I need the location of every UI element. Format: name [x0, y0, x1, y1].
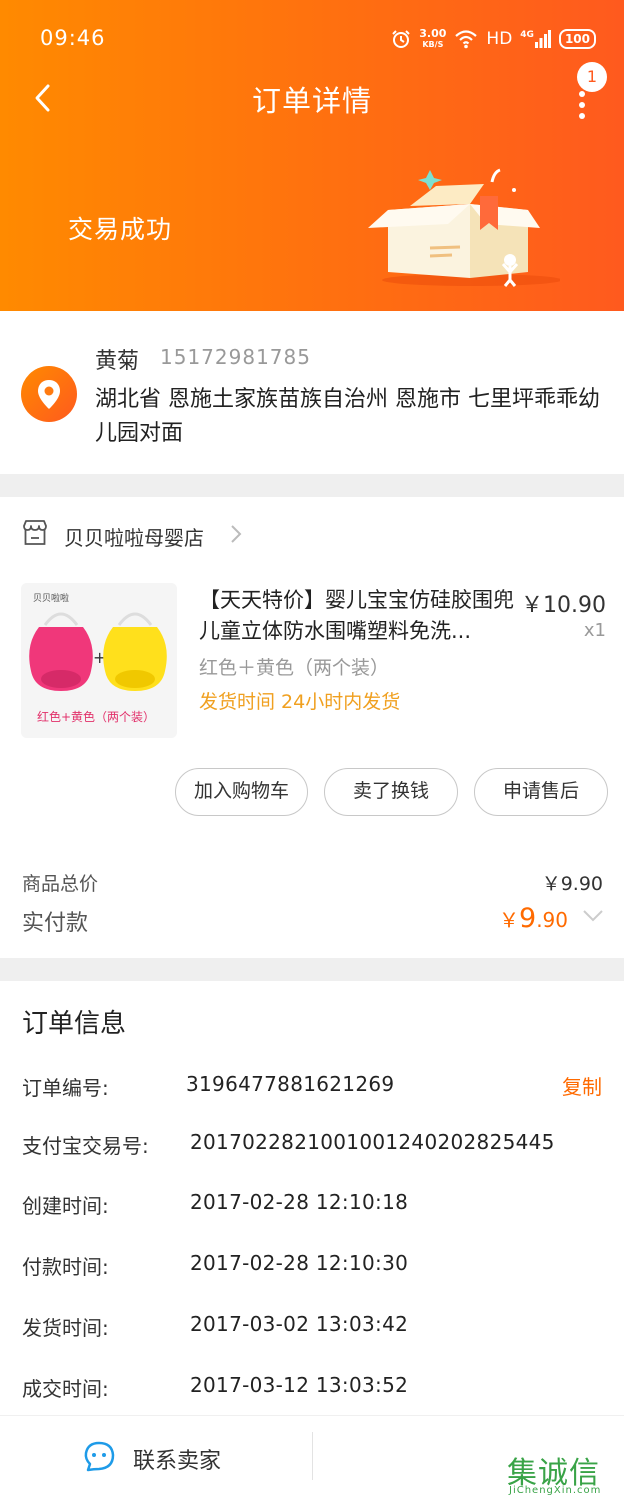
recipient-name: 黄菊 — [95, 349, 140, 374]
alipay-trade-no-value: 2017022821001001240202825445 — [190, 1130, 555, 1154]
product-title[interactable]: 【天天特价】婴儿宝宝仿硅胶围兜儿童立体防水围嘴塑料免洗... — [199, 585, 517, 647]
net-speed-value: 3.00 — [419, 27, 447, 40]
bib-product-image: 贝贝啦啦 + 红色+黄色（两个装） — [21, 583, 177, 738]
signal-icon — [534, 30, 551, 48]
location-icon-badge — [21, 366, 77, 422]
chevron-down-icon[interactable] — [582, 908, 604, 924]
product-thumbnail[interactable]: 贝贝啦啦 + 红色+黄色（两个装） — [21, 583, 177, 738]
add-to-cart-button[interactable]: 加入购物车 — [175, 768, 308, 816]
paid-currency: ￥ — [499, 908, 519, 932]
product-spec: 红色＋黄色（两个装） — [199, 657, 390, 679]
created-time-label: 创建时间: — [22, 1194, 109, 1218]
battery-indicator: 100 — [558, 29, 596, 49]
product-price: ￥10.90 — [521, 593, 606, 618]
status-indicators: 3.00 KB/S HD 4G 100 — [391, 24, 596, 54]
status-bar: 09:46 3.00 KB/S HD 4G 100 — [0, 0, 624, 76]
more-options-icon[interactable] — [568, 90, 598, 120]
chat-face-icon[interactable] — [82, 1440, 116, 1474]
net-speed-indicator: 3.00 KB/S — [419, 28, 446, 50]
alarm-icon — [392, 30, 410, 48]
recipient-phone: 15172981785 — [160, 345, 311, 369]
order-number-value: 3196477881621269 — [186, 1072, 395, 1096]
open-box-illustration — [368, 168, 560, 287]
order-number-label: 订单编号: — [22, 1076, 109, 1100]
hd-indicator: HD — [486, 29, 513, 49]
paid-time-label: 付款时间: — [22, 1255, 109, 1279]
shipped-time-label: 发货时间: — [22, 1316, 109, 1340]
net-speed-unit: KB/S — [422, 40, 444, 49]
status-time: 09:46 — [40, 26, 106, 50]
address-detail: 湖北省 恩施土家族苗族自治州 恩施市 七里坪乖乖幼儿园对面 — [95, 387, 600, 446]
after-sale-button[interactable]: 申请售后 — [474, 768, 608, 816]
shop-name[interactable]: 贝贝啦啦母婴店 — [64, 522, 204, 551]
goods-total-value: ￥9.90 — [541, 873, 603, 895]
paid-time-value: 2017-02-28 12:10:30 — [190, 1251, 409, 1275]
location-pin-icon — [38, 380, 60, 409]
bottom-bar-divider — [312, 1432, 313, 1480]
completed-time-value: 2017-03-12 13:03:52 — [190, 1373, 409, 1397]
thumb-brand-text: 贝贝啦啦 — [33, 592, 69, 604]
goods-total-label: 商品总价 — [22, 873, 99, 895]
watermark-url: JiChengXin.com — [509, 1485, 602, 1496]
paid-amount-value: ￥9.90 — [499, 903, 568, 934]
chevron-right-icon[interactable] — [228, 523, 244, 545]
alipay-trade-no-label: 支付宝交易号: — [22, 1134, 149, 1158]
contact-seller-button[interactable]: 联系卖家 — [133, 1443, 221, 1475]
product-quantity: x1 — [583, 620, 606, 641]
page-title: 订单详情 — [251, 84, 372, 118]
paid-integer: 9 — [519, 903, 537, 934]
paid-amount-label: 实付款 — [22, 911, 89, 936]
order-info-title: 订单信息 — [22, 1009, 127, 1039]
message-count-badge[interactable]: 1 — [577, 62, 607, 92]
store-icon[interactable] — [22, 520, 48, 546]
completed-time-label: 成交时间: — [22, 1377, 109, 1401]
shipping-time-note: 发货时间 24小时内发货 — [199, 691, 401, 713]
copy-order-number-button[interactable]: 复制 — [562, 1071, 602, 1100]
trade-status-text: 交易成功 — [68, 215, 173, 244]
resell-button[interactable]: 卖了换钱 — [324, 768, 458, 816]
shipped-time-value: 2017-03-02 13:03:42 — [190, 1312, 409, 1336]
paid-decimal: .90 — [536, 908, 568, 932]
network-type: 4G — [520, 30, 534, 40]
created-time-value: 2017-02-28 12:10:18 — [190, 1190, 409, 1214]
wifi-icon — [455, 30, 478, 49]
thumb-caption-text: 红色+黄色（两个装） — [37, 709, 155, 724]
order-status-header: 09:46 3.00 KB/S HD 4G 100 订单详情 1 交易成功 — [0, 0, 624, 311]
